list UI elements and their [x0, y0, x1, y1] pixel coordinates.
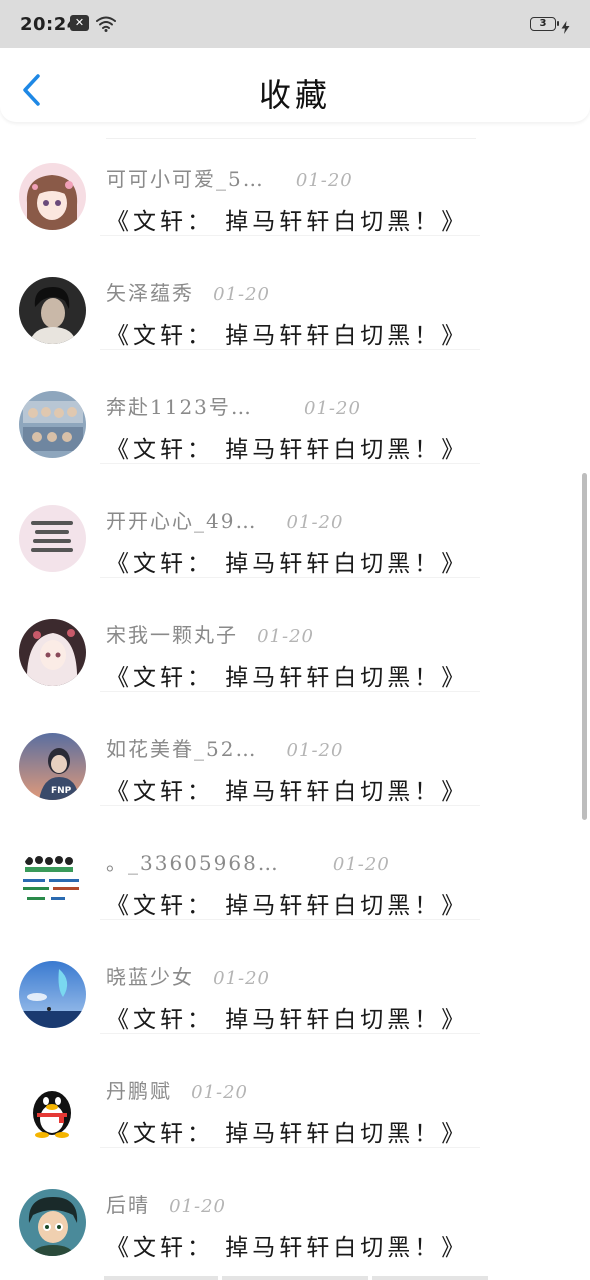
item-header: 矢泽蕴秀 01-20 [106, 277, 270, 305]
item-header: 丹鹏赋 01-20 [106, 1075, 248, 1103]
avatar[interactable] [19, 163, 86, 230]
item-title[interactable]: 《文轩： 掉马轩轩白切黑！》 [106, 1228, 468, 1262]
item-date: 01-20 [169, 1196, 226, 1217]
item-date: 01-20 [191, 1082, 248, 1103]
username[interactable]: 丹鹏赋 [106, 1079, 172, 1103]
item-title[interactable]: 《文轩： 掉马轩轩白切黑！》 [106, 886, 468, 920]
list-item[interactable]: 奔赴1123号… 01-20 《文轩： 掉马轩轩白切黑！》 [0, 350, 590, 464]
item-date: 01-20 [304, 398, 361, 419]
list-item[interactable]: 后晴 01-20 《文轩： 掉马轩轩白切黑！》 [0, 1148, 590, 1262]
item-title[interactable]: 《文轩： 掉马轩轩白切黑！》 [106, 772, 468, 806]
charging-bolt-icon [561, 19, 570, 38]
wifi-icon [96, 16, 116, 36]
username[interactable]: 晓蓝少女 [106, 965, 194, 989]
item-date: 01-20 [257, 626, 314, 647]
item-header: 宋我一颗丸子 01-20 [106, 619, 314, 647]
item-date: 01-20 [213, 284, 270, 305]
item-date: 01-20 [286, 740, 344, 761]
list-item[interactable]: FNP 如花美眷_52… 01-20 《文轩： 掉马轩轩白切黑！》 [0, 692, 590, 806]
username[interactable]: 。_33605968… [106, 851, 280, 875]
item-date: 01-20 [286, 512, 344, 533]
item-header: 后晴 01-20 [106, 1189, 226, 1217]
avatar[interactable] [19, 847, 86, 914]
avatar[interactable]: FNP [19, 733, 86, 800]
item-title[interactable]: 《文轩： 掉马轩轩白切黑！》 [106, 544, 468, 578]
item-header: 。_33605968… 01-20 [106, 847, 390, 875]
item-title[interactable]: 《文轩： 掉马轩轩白切黑！》 [106, 202, 468, 236]
username[interactable]: 如花美眷_52… [106, 737, 257, 761]
item-title[interactable]: 《文轩： 掉马轩轩白切黑！》 [106, 316, 468, 350]
item-date: 01-20 [332, 854, 390, 875]
item-date: 01-20 [295, 170, 353, 191]
item-title[interactable]: 《文轩： 掉马轩轩白切黑！》 [106, 658, 468, 692]
notification-icon: ✕ [70, 15, 89, 31]
username[interactable]: 可可小可爱_5… [106, 167, 265, 191]
battery-icon: 3 [530, 17, 559, 31]
username[interactable]: 宋我一颗丸子 [106, 623, 238, 647]
list-item[interactable]: 开开心心_49… 01-20 《文轩： 掉马轩轩白切黑！》 [0, 464, 590, 578]
item-date: 01-20 [213, 968, 270, 989]
username[interactable]: 矢泽蕴秀 [106, 281, 194, 305]
status-bar: 20:24 ✕ 3 [0, 0, 590, 48]
username[interactable]: 奔赴1123号… [106, 395, 253, 419]
avatar[interactable] [19, 277, 86, 344]
list-item[interactable]: 。_33605968… 01-20 《文轩： 掉马轩轩白切黑！》 [0, 806, 590, 920]
list-item[interactable]: 丹鹏赋 01-20 《文轩： 掉马轩轩白切黑！》 [0, 1034, 590, 1148]
svg-text:FNP: FNP [51, 786, 72, 796]
item-title[interactable]: 《文轩： 掉马轩轩白切黑！》 [106, 430, 468, 464]
header-bar: 收藏 [0, 48, 590, 122]
list-item[interactable]: 矢泽蕴秀 01-20 《文轩： 掉马轩轩白切黑！》 [0, 236, 590, 350]
item-title[interactable]: 《文轩： 掉马轩轩白切黑！》 [106, 1114, 468, 1148]
item-title[interactable]: 《文轩： 掉马轩轩白切黑！》 [106, 1000, 468, 1034]
avatar[interactable] [19, 619, 86, 686]
username[interactable]: 开开心心_49… [106, 509, 257, 533]
item-header: 奔赴1123号… 01-20 [106, 391, 361, 419]
list-item[interactable]: 可可小可爱_5… 01-20 《文轩： 掉马轩轩白切黑！》 [0, 122, 590, 236]
page-title: 收藏 [258, 76, 331, 114]
avatar[interactable] [19, 1189, 86, 1256]
item-header: 晓蓝少女 01-20 [106, 961, 270, 989]
item-header: 可可小可爱_5… 01-20 [106, 163, 353, 191]
avatar[interactable] [19, 505, 86, 572]
avatar[interactable] [19, 1075, 86, 1142]
username[interactable]: 后晴 [106, 1193, 150, 1217]
list-item[interactable]: 宋我一颗丸子 01-20 《文轩： 掉马轩轩白切黑！》 [0, 578, 590, 692]
bottom-edge [104, 1276, 488, 1280]
avatar[interactable] [19, 961, 86, 1028]
list-item[interactable]: 晓蓝少女 01-20 《文轩： 掉马轩轩白切黑！》 [0, 920, 590, 1034]
item-header: 开开心心_49… 01-20 [106, 505, 344, 533]
avatar[interactable] [19, 391, 86, 458]
scrollbar[interactable] [582, 473, 587, 820]
item-header: 如花美眷_52… 01-20 [106, 733, 344, 761]
